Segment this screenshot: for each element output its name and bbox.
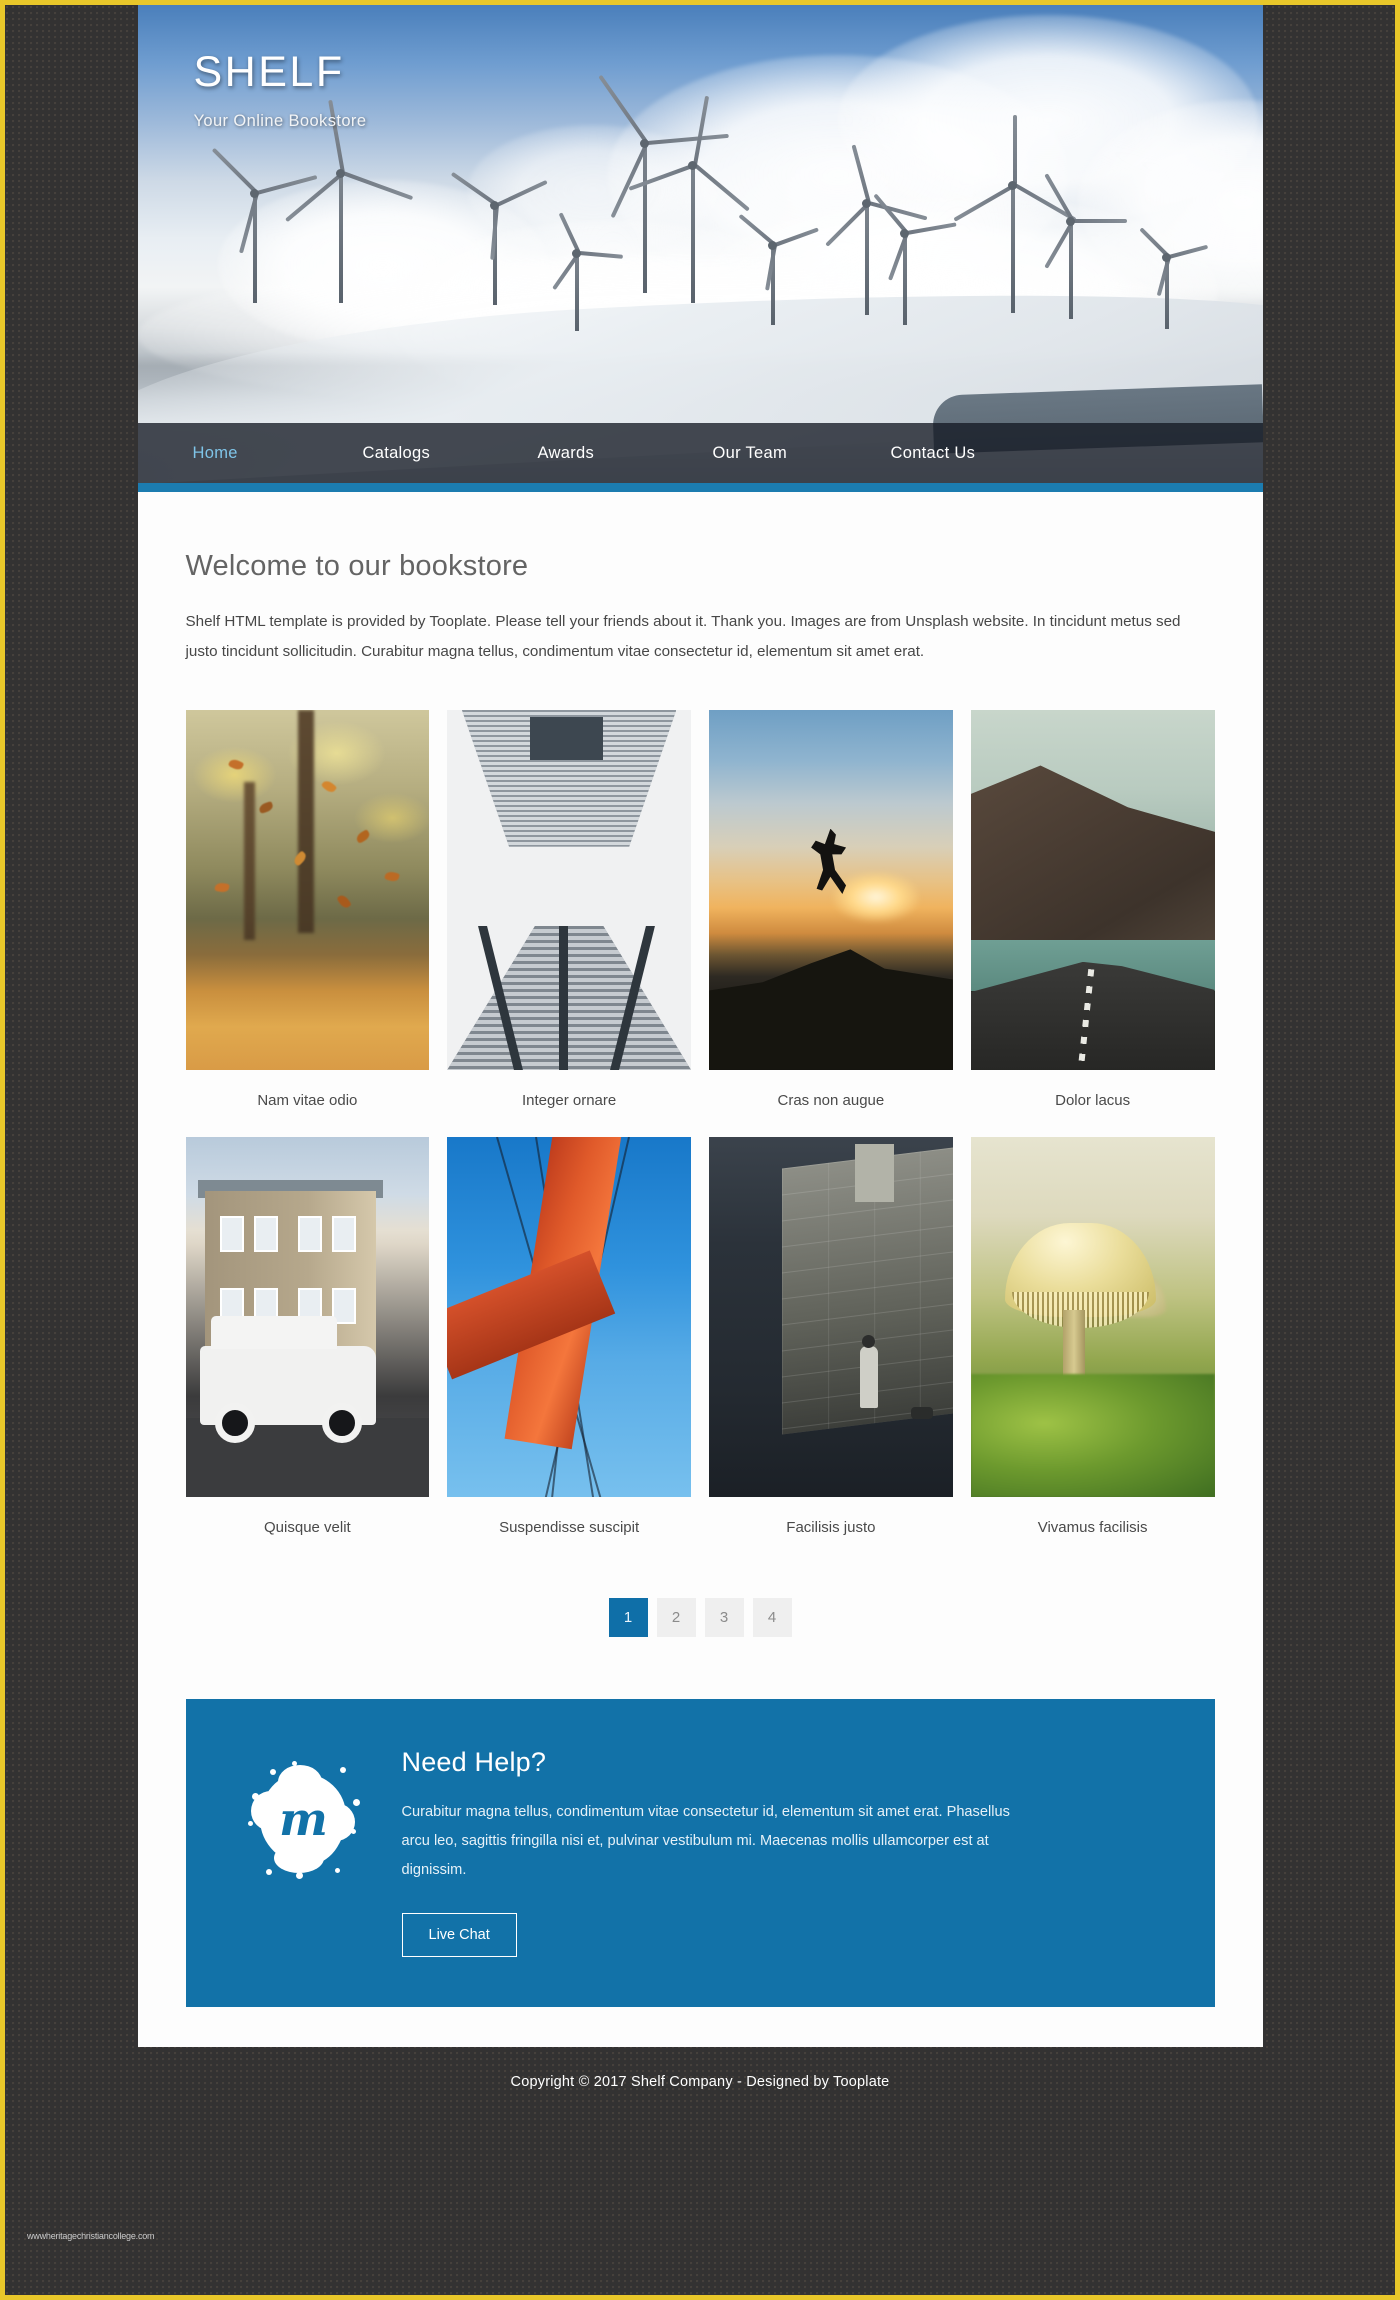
page-title: Welcome to our bookstore bbox=[185, 550, 529, 582]
gallery-image-coastal-road-mountain[interactable] bbox=[970, 709, 1215, 1070]
nav-item-our-team[interactable]: Our Team bbox=[713, 444, 891, 463]
gallery-caption: Facilisis justo bbox=[786, 1518, 876, 1536]
gallery-caption: Dolor lacus bbox=[1055, 1091, 1131, 1109]
main-content: Welcome to our bookstore Shelf HTML temp… bbox=[137, 492, 1263, 2048]
copyright-text: Copyright © 2017 Shelf Company - Designe… bbox=[510, 2074, 890, 2091]
main-navigation: Home Catalogs Awards Our Team Contact Us bbox=[137, 423, 1263, 483]
wind-turbine-icon bbox=[1138, 227, 1208, 329]
wind-turbine-icon bbox=[551, 212, 623, 331]
nav-item-home[interactable]: Home bbox=[193, 444, 363, 463]
live-chat-button[interactable]: Live Chat bbox=[401, 1913, 517, 1958]
wind-turbine-icon bbox=[450, 171, 548, 305]
gallery-image-skyscraper-looking-up[interactable] bbox=[447, 709, 691, 1070]
site-title: SHELF bbox=[193, 48, 345, 96]
gallery-image-person-jumping-sunset-silhouette[interactable] bbox=[709, 709, 953, 1070]
wind-turbine-icon bbox=[824, 144, 927, 315]
gallery-row-2: Quisque velit Suspendisse suscipit Facil… bbox=[185, 1136, 1215, 1536]
gallery-tile[interactable]: Vivamus facilisis bbox=[970, 1136, 1215, 1536]
pagination-page-1[interactable]: 1 bbox=[608, 1597, 648, 1637]
gallery-tile[interactable]: Dolor lacus bbox=[970, 709, 1215, 1109]
gallery-tile[interactable]: Quisque velit bbox=[185, 1136, 430, 1536]
nav-item-awards[interactable]: Awards bbox=[538, 444, 713, 463]
wind-turbine-icon bbox=[628, 95, 750, 303]
gallery-caption: Suspendisse suscipit bbox=[499, 1518, 640, 1536]
gallery-tile[interactable]: Nam vitae odio bbox=[185, 709, 430, 1109]
site-tagline: Your Online Bookstore bbox=[193, 112, 367, 131]
gallery-image-golden-gate-bridge-tower[interactable] bbox=[447, 1136, 691, 1497]
need-help-text: Curabitur magna tellus, condimentum vita… bbox=[401, 1803, 1010, 1879]
gallery-caption: Cras non augue bbox=[777, 1091, 885, 1109]
logo-letter: m bbox=[279, 1791, 328, 1846]
gallery-image-mushroom-macro-moss[interactable] bbox=[970, 1136, 1215, 1497]
pagination-page-2[interactable]: 2 bbox=[656, 1597, 696, 1637]
pagination-page-4[interactable]: 4 bbox=[752, 1597, 792, 1637]
intro-paragraph: Shelf HTML template is provided by Toopl… bbox=[185, 613, 1181, 661]
wind-turbine-icon bbox=[597, 74, 729, 293]
need-help-title: Need Help? bbox=[401, 1746, 547, 1777]
gallery-tile[interactable]: Facilisis justo bbox=[709, 1136, 953, 1536]
wind-turbine-icon bbox=[737, 213, 819, 325]
gallery-caption: Quisque velit bbox=[264, 1518, 351, 1536]
gallery-tile[interactable]: Cras non augue bbox=[709, 709, 953, 1109]
gallery-caption: Vivamus facilisis bbox=[1037, 1518, 1148, 1536]
gallery-image-white-jeep-parked-house[interactable] bbox=[185, 1136, 430, 1497]
navigation-shell: Home Catalogs Awards Our Team Contact Us bbox=[137, 423, 1263, 492]
gallery-image-autumn-forest-falling-leaves[interactable] bbox=[185, 709, 430, 1070]
gallery-row-1: Nam vitae odio Integer ornare Cras non a… bbox=[185, 709, 1215, 1109]
gallery-image-person-stone-wall-dog[interactable] bbox=[709, 1136, 953, 1497]
wind-turbine-icon bbox=[952, 115, 1077, 313]
gallery-caption: Integer ornare bbox=[522, 1091, 617, 1109]
hero-banner: SHELF Your Online Bookstore Home Catalogs… bbox=[137, 5, 1263, 492]
pagination: 1234 bbox=[186, 1597, 1215, 1637]
gallery-tile[interactable]: Integer ornare bbox=[447, 709, 691, 1109]
nav-underline-bar bbox=[137, 483, 1263, 492]
need-help-banner: m Need Help? Curabitur magna tellus, con… bbox=[185, 1698, 1215, 2008]
wind-turbine-icon bbox=[872, 193, 957, 325]
pagination-page-3[interactable]: 3 bbox=[704, 1597, 744, 1637]
page-wrapper: SHELF Your Online Bookstore Home Catalogs… bbox=[137, 5, 1263, 2048]
nav-item-catalogs[interactable]: Catalogs bbox=[363, 444, 538, 463]
site-footer: Copyright © 2017 Shelf Company - Designe… bbox=[5, 2047, 1395, 2115]
gallery-caption: Nam vitae odio bbox=[257, 1091, 358, 1109]
hero-text-block: SHELF Your Online Bookstore bbox=[193, 48, 367, 131]
wind-turbine-icon bbox=[1043, 173, 1127, 319]
nav-item-contact-us[interactable]: Contact Us bbox=[891, 444, 976, 463]
wind-turbine-icon bbox=[211, 147, 317, 303]
splatter-m-logo-icon: m bbox=[247, 1760, 360, 1879]
gallery-tile[interactable]: Suspendisse suscipit bbox=[447, 1136, 691, 1536]
wind-turbine-icon bbox=[284, 99, 413, 303]
watermark-text: wwwheritagechristiancollege.com bbox=[27, 2231, 155, 2241]
